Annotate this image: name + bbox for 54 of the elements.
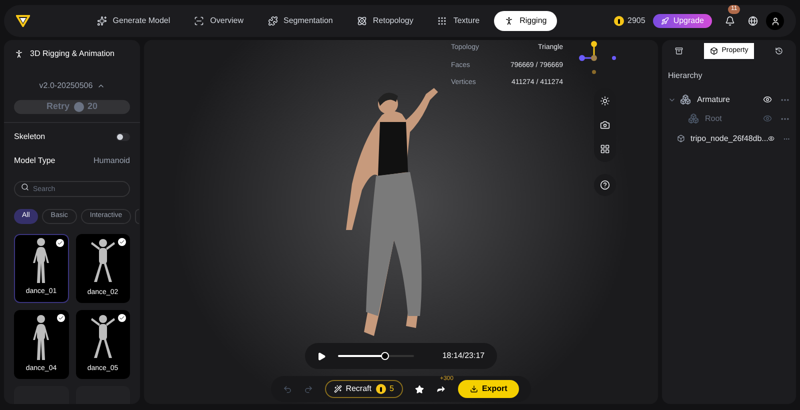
coin-icon bbox=[74, 102, 84, 112]
play-icon[interactable] bbox=[317, 352, 326, 360]
bell-icon[interactable] bbox=[725, 16, 735, 26]
wand-icon bbox=[334, 385, 342, 393]
sparkle-icon bbox=[96, 16, 107, 26]
tree-item[interactable]: Root bbox=[705, 112, 722, 124]
texture-icon bbox=[437, 16, 448, 26]
nav-tab[interactable]: Rigging bbox=[494, 11, 557, 31]
camera-icon[interactable] bbox=[600, 120, 610, 130]
puzzle-icon bbox=[268, 16, 278, 26]
hierarchy-heading: Hierarchy bbox=[667, 70, 704, 82]
search-icon bbox=[21, 182, 29, 190]
coin-icon bbox=[614, 16, 624, 26]
user-icon bbox=[770, 16, 780, 26]
grid-icon[interactable] bbox=[600, 144, 610, 154]
archive-icon bbox=[675, 47, 684, 55]
atom-icon bbox=[356, 16, 367, 26]
nav-tab[interactable]: Overview bbox=[184, 11, 254, 31]
rocket-icon bbox=[661, 17, 670, 25]
logo-icon bbox=[16, 15, 30, 27]
export-button[interactable]: Export bbox=[458, 380, 520, 398]
nav-tab[interactable]: Texture bbox=[427, 11, 490, 31]
eye-icon[interactable] bbox=[768, 134, 775, 143]
credit-count: 2905 bbox=[628, 15, 646, 27]
scan-icon bbox=[194, 16, 204, 26]
person-icon bbox=[504, 16, 514, 26]
light-icon[interactable] bbox=[600, 96, 610, 106]
chevron-icon[interactable] bbox=[96, 82, 105, 90]
history-icon bbox=[774, 47, 783, 55]
star-icon[interactable] bbox=[414, 384, 424, 394]
nav-tab[interactable]: Segmentation bbox=[258, 11, 343, 31]
globe-icon[interactable] bbox=[748, 16, 758, 26]
upgrade-button[interactable]: Upgrade bbox=[653, 14, 712, 28]
skeleton-label: Skeleton bbox=[14, 130, 46, 142]
model-type-label: Model Type bbox=[14, 154, 56, 166]
cube-icon bbox=[676, 133, 684, 144]
recraft-button[interactable]: Recraft 5 bbox=[324, 380, 403, 398]
nav-tab[interactable]: Retopology bbox=[346, 11, 424, 31]
avatar[interactable] bbox=[766, 12, 784, 30]
cube-icon bbox=[710, 47, 718, 55]
download-icon bbox=[470, 385, 478, 393]
tree-item[interactable]: tripo_node_26f48db... bbox=[690, 132, 768, 144]
tree-item[interactable]: Armature bbox=[697, 94, 730, 106]
version-label[interactable]: v2.0-20250506 bbox=[39, 80, 93, 92]
skeleton-toggle[interactable] bbox=[116, 132, 130, 140]
progress-thumb[interactable] bbox=[381, 352, 390, 360]
coin-icon bbox=[376, 384, 386, 394]
share-icon[interactable] bbox=[436, 384, 446, 394]
model-type-value[interactable]: Humanoid bbox=[94, 154, 130, 166]
person-icon bbox=[14, 49, 24, 59]
time-label: 18:14/23:17 bbox=[442, 350, 485, 362]
help-icon[interactable] bbox=[600, 180, 610, 190]
panel-title: 3D Rigging & Animation bbox=[30, 48, 114, 60]
nav-tab[interactable]: Generate Model bbox=[86, 11, 180, 31]
